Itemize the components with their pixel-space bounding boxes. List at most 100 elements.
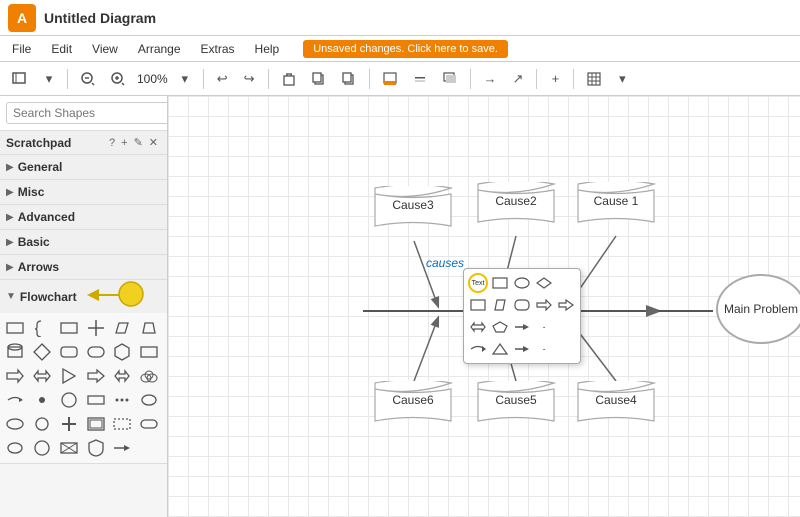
shape-dot[interactable]	[31, 389, 53, 411]
line-color-button[interactable]	[407, 67, 433, 91]
picker-double-arrow[interactable]	[468, 317, 488, 337]
view-dropdown[interactable]: ▾	[38, 67, 60, 91]
cause6-shape[interactable]: Cause6	[373, 381, 453, 430]
zoom-dropdown[interactable]: ▾	[174, 67, 196, 91]
menu-arrange[interactable]: Arrange	[134, 40, 185, 58]
flowchart-shapes-grid	[0, 313, 167, 463]
picker-arrow-r[interactable]	[512, 317, 532, 337]
shape-cylinder[interactable]	[4, 341, 26, 363]
shape-circle[interactable]	[58, 389, 80, 411]
picker-arrow2[interactable]	[534, 295, 554, 315]
picker-pentagon[interactable]	[490, 317, 510, 337]
canvas[interactable]: Cause3 Cause2 Cause 1 Cause6	[168, 96, 800, 517]
shape-crossed-rect[interactable]	[58, 437, 80, 459]
insert-button[interactable]: +	[544, 67, 566, 91]
section-general-header[interactable]: ▶ General	[0, 155, 167, 179]
shape-arrow-right2[interactable]	[111, 437, 133, 459]
shape-dash-rect[interactable]	[111, 413, 133, 435]
shape-ellipsis[interactable]	[111, 389, 133, 411]
picker-parallelogram[interactable]	[490, 295, 510, 315]
undo-button[interactable]: ↩	[211, 67, 234, 91]
picker-rounded[interactable]	[512, 295, 532, 315]
fill-color-button[interactable]	[377, 67, 403, 91]
picker-arrow3[interactable]	[512, 339, 532, 359]
zoom-out-button[interactable]	[75, 67, 101, 91]
picker-diamond[interactable]	[534, 273, 554, 293]
section-arrows-header[interactable]: ▶ Arrows	[0, 255, 167, 279]
shape-play[interactable]	[58, 365, 80, 387]
scratchpad-edit[interactable]: ✎	[131, 135, 146, 150]
shape-trapezoid[interactable]	[138, 317, 160, 339]
picker-text[interactable]: Text	[468, 273, 488, 293]
zoom-in-button[interactable]	[105, 67, 131, 91]
conn-style-1[interactable]: →	[478, 67, 503, 91]
cause1-shape[interactable]: Cause 1	[576, 182, 656, 231]
menu-view[interactable]: View	[88, 40, 122, 58]
copy-button[interactable]	[306, 67, 332, 91]
search-box: 🔍	[0, 96, 167, 131]
shape-shield[interactable]	[85, 437, 107, 459]
shadow-button[interactable]	[437, 67, 463, 91]
redo-button[interactable]: ↪	[238, 67, 261, 91]
page-view-button[interactable]	[6, 67, 34, 91]
shape-ellipse[interactable]	[138, 389, 160, 411]
chevron-arrows: ▶	[6, 262, 14, 273]
shape-rect2[interactable]	[85, 389, 107, 411]
shape-rounded-rect[interactable]	[58, 341, 80, 363]
shape-ellipse2[interactable]	[4, 437, 26, 459]
menu-extras[interactable]: Extras	[197, 40, 239, 58]
section-misc-header[interactable]: ▶ Misc	[0, 180, 167, 204]
cause2-shape[interactable]: Cause2	[476, 182, 556, 231]
shape-parallelogram[interactable]	[111, 317, 133, 339]
cause4-shape[interactable]: Cause4	[576, 381, 656, 430]
picker-triangle[interactable]	[490, 339, 510, 359]
menu-file[interactable]: File	[8, 40, 35, 58]
shape-cross[interactable]	[85, 317, 107, 339]
cause5-shape[interactable]: Cause5	[476, 381, 556, 430]
scratchpad-help[interactable]: ?	[106, 136, 118, 150]
shape-oval[interactable]	[4, 413, 26, 435]
delete-button[interactable]	[276, 67, 302, 91]
shape-circle3[interactable]	[31, 437, 53, 459]
scratchpad-add[interactable]: +	[118, 136, 130, 150]
shape-rectangle[interactable]	[58, 317, 80, 339]
picker-rect[interactable]	[490, 273, 510, 293]
table-dropdown[interactable]: ▾	[611, 67, 633, 91]
picker-curved[interactable]	[468, 339, 488, 359]
shape-arrow-curved[interactable]	[4, 389, 26, 411]
picker-dot3[interactable]: ·	[534, 339, 554, 359]
scratchpad-close[interactable]: ✕	[146, 135, 161, 150]
picker-dot2[interactable]: ·	[534, 317, 554, 337]
picker-rect2[interactable]	[468, 295, 488, 315]
shape-curly-brace[interactable]	[31, 317, 53, 339]
paste-button[interactable]	[336, 67, 362, 91]
shape-rect-empty[interactable]	[138, 341, 160, 363]
menu-edit[interactable]: Edit	[47, 40, 76, 58]
shape-rounded-rect2[interactable]	[85, 341, 107, 363]
unsaved-changes-button[interactable]: Unsaved changes. Click here to save.	[303, 40, 508, 58]
menu-help[interactable]: Help	[251, 40, 284, 58]
picker-loop2[interactable]	[556, 295, 576, 315]
picker-oval[interactable]	[512, 273, 532, 293]
shape-frame[interactable]	[85, 413, 107, 435]
shape-circle2[interactable]	[31, 413, 53, 435]
shape-diamond[interactable]	[31, 341, 53, 363]
section-basic-header[interactable]: ▶ Basic	[0, 230, 167, 254]
section-advanced-header[interactable]: ▶ Advanced	[0, 205, 167, 229]
shape-process[interactable]	[4, 317, 26, 339]
shape-arrow-both[interactable]	[31, 365, 53, 387]
cause3-shape[interactable]: Cause3	[373, 186, 453, 235]
shape-pill[interactable]	[138, 413, 160, 435]
shape-double-arrow[interactable]	[111, 365, 133, 387]
shape-arrow-right[interactable]	[4, 365, 26, 387]
main-problem-shape[interactable]: Main Problem	[716, 274, 800, 344]
conn-style-2[interactable]: ↗	[507, 67, 530, 91]
shape-picker-popup[interactable]: Text · ·	[463, 268, 581, 364]
search-input[interactable]	[6, 102, 168, 124]
shape-hexagon[interactable]	[111, 341, 133, 363]
shape-cloud[interactable]	[138, 365, 160, 387]
shape-plus[interactable]	[58, 413, 80, 435]
table-button[interactable]	[581, 67, 607, 91]
shape-loop[interactable]	[85, 365, 107, 387]
section-flowchart-header[interactable]: ▼ Flowchart	[0, 280, 167, 313]
